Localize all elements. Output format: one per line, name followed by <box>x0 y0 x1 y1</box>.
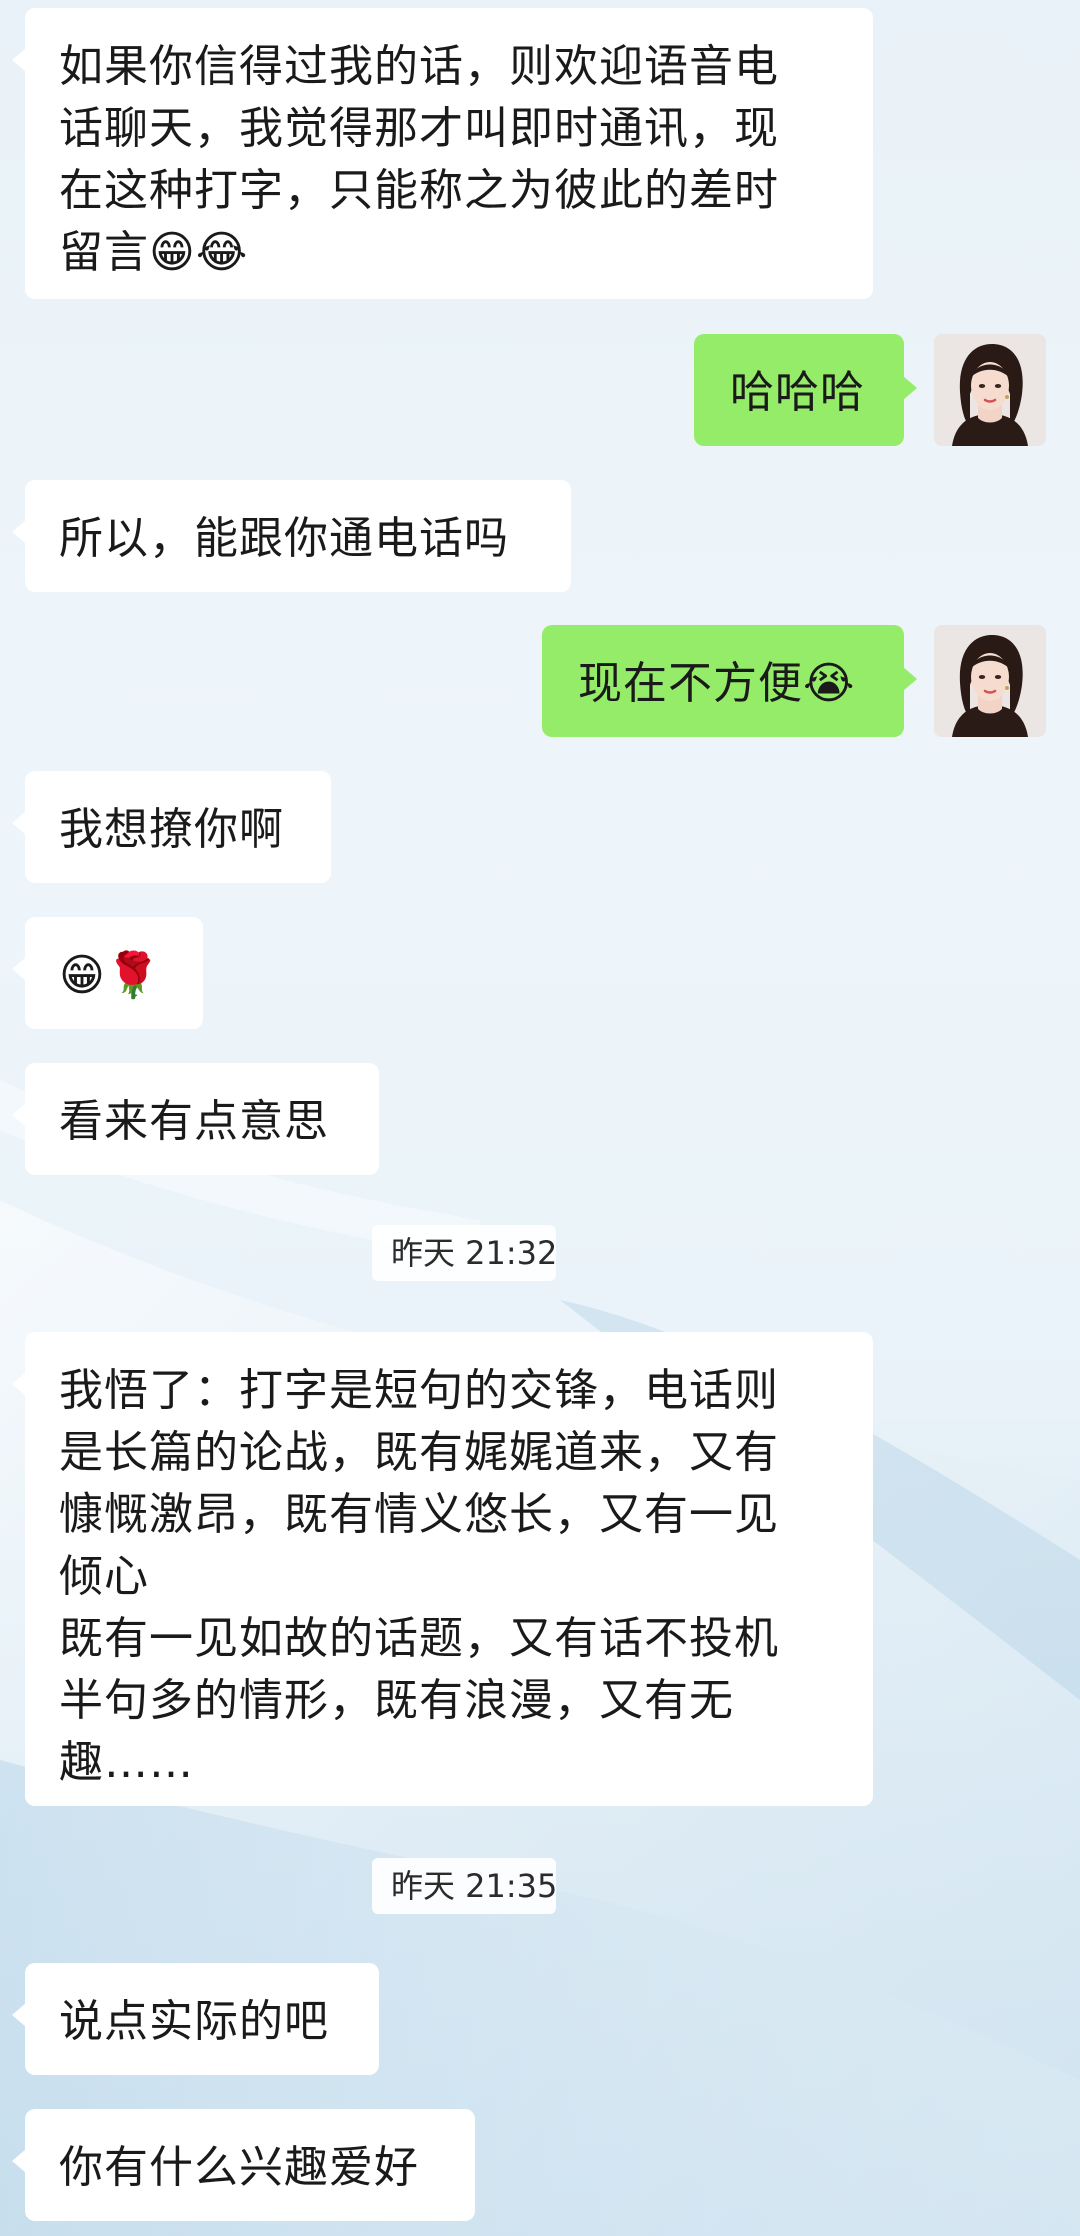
incoming-message-bubble[interactable]: 如果你信得过我的话，则欢迎语音电 话聊天，我觉得那才叫即时通讯，现 在这种打字，… <box>12 8 873 299</box>
incoming-message-bubble[interactable]: 我想撩你啊 <box>12 771 331 883</box>
incoming-message-bubble[interactable]: 说点实际的吧 <box>12 1963 379 2075</box>
outgoing-message-bubble[interactable]: 现在不方便😭 <box>542 625 917 737</box>
incoming-message-bubble[interactable]: 你有什么兴趣爱好 <box>12 2109 475 2221</box>
incoming-message-bubble[interactable]: 所以，能跟你通电话吗 <box>12 480 571 592</box>
user-avatar[interactable] <box>934 625 1046 737</box>
outgoing-message-bubble[interactable]: 哈哈哈 <box>694 334 917 446</box>
incoming-message-bubble[interactable]: 我悟了：打字是短句的交锋，电话则 是长篇的论战，既有娓娓道来，又有 慷慨激昂，既… <box>12 1332 873 1806</box>
chat-message-list[interactable]: 如果你信得过我的话，则欢迎语音电 话聊天，我觉得那才叫即时通讯，现 在这种打字，… <box>0 0 1080 2236</box>
incoming-message-bubble[interactable]: 😁🌹 <box>12 917 203 1029</box>
timestamp-chip: 昨天 21:35 <box>372 1858 557 1914</box>
user-avatar[interactable] <box>934 334 1046 446</box>
timestamp-chip: 昨天 21:32 <box>372 1225 557 1281</box>
incoming-message-bubble[interactable]: 看来有点意思 <box>12 1063 379 1175</box>
avatar-portrait-icon <box>934 625 1046 737</box>
avatar-portrait-icon <box>934 334 1046 446</box>
